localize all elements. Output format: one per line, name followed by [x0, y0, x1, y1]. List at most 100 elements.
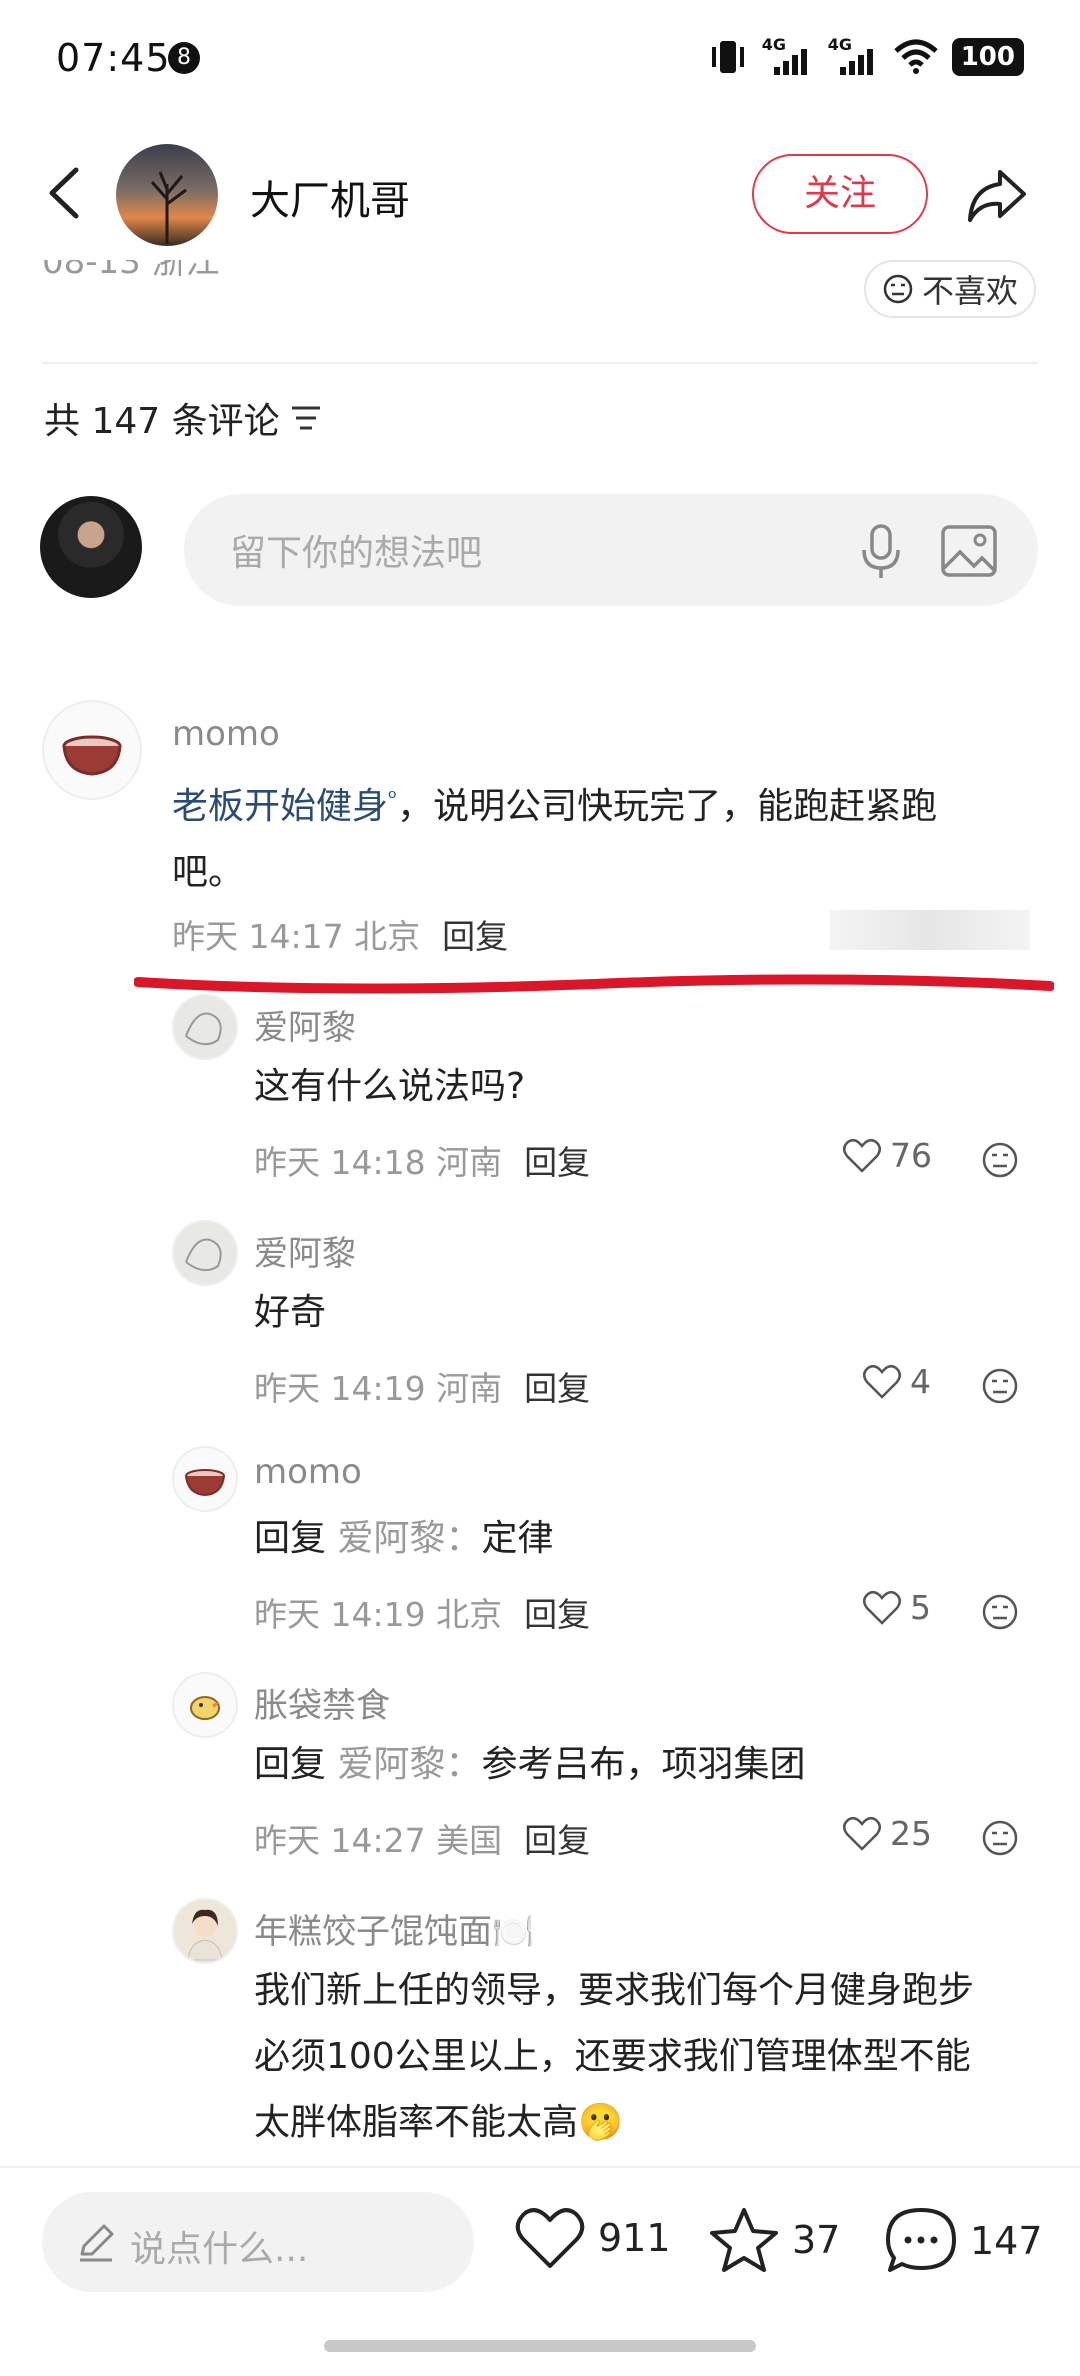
- comment-text-rest: ，说明公司快玩完了，能跑赶紧跑: [397, 786, 938, 827]
- comment-time: 昨天 14:17 北京: [172, 917, 421, 956]
- vibrate-icon: [711, 41, 744, 73]
- star-icon: [710, 2208, 778, 2272]
- back-icon[interactable]: [36, 158, 96, 228]
- comment-bubble-icon: [886, 2208, 956, 2272]
- dislike-face-icon[interactable]: [980, 1366, 1020, 1406]
- my-avatar[interactable]: [40, 496, 142, 598]
- pen-icon: [80, 2224, 114, 2262]
- reply-text-line3: 太胖体脂率不能太高🫢: [254, 2102, 623, 2143]
- reply-avatar[interactable]: [172, 994, 238, 1060]
- replied-to-user[interactable]: 爱阿黎：: [337, 1518, 481, 1559]
- image-icon[interactable]: [940, 524, 998, 578]
- notification-badge: 8: [168, 42, 200, 74]
- heart-icon: [843, 1816, 881, 1851]
- reply-avatar[interactable]: [172, 1220, 238, 1286]
- comment-input-placeholder: 留下你的想法吧: [230, 533, 483, 574]
- heart-icon: [515, 2208, 585, 2268]
- reply-button[interactable]: 回复: [524, 1821, 590, 1860]
- status-time: 07:45: [56, 36, 171, 80]
- dislike-face-icon[interactable]: [980, 1818, 1020, 1858]
- mic-icon[interactable]: [856, 522, 906, 580]
- comment-text-line2: 吧。: [172, 852, 245, 893]
- reply-author[interactable]: 年糕饺子馄饨面🍽️: [254, 1904, 534, 1953]
- follow-button[interactable]: 关注: [752, 154, 928, 234]
- like-button[interactable]: 5: [862, 1588, 931, 1627]
- reply-author[interactable]: 爱阿黎: [254, 1226, 356, 1275]
- reply-author[interactable]: momo: [254, 1452, 362, 1492]
- comment-meta: 昨天 14:17 北京 回复: [172, 910, 508, 958]
- say-something-input[interactable]: 说点什么...: [42, 2192, 474, 2292]
- favorite-button[interactable]: 37: [708, 2206, 840, 2274]
- reply-prefix: 回复: [254, 1744, 327, 1785]
- wifi-icon: [894, 39, 938, 74]
- reply-avatar[interactable]: [172, 1446, 238, 1512]
- reply-time: 昨天 14:19 河南: [254, 1369, 503, 1408]
- signal-icon-2: 4G: [828, 35, 880, 75]
- post-like-count: 911: [598, 2216, 671, 2260]
- comment-avatar[interactable]: [42, 700, 142, 800]
- reply-text-line1: 我们新上任的领导，要求我们每个月健身跑步: [254, 1970, 975, 2011]
- like-button[interactable]: 25: [842, 1814, 932, 1853]
- reply-text: 这有什么说法吗?: [254, 1066, 526, 1107]
- dislike-button[interactable]: 不喜欢: [864, 260, 1036, 318]
- reply-meta: 昨天 14:19 河南 回复: [254, 1362, 590, 1410]
- reply-prefix: 回复: [254, 1518, 327, 1559]
- reply-body: 参考吕布，项羽集团: [481, 1744, 806, 1785]
- reply-avatar[interactable]: [172, 1898, 238, 1964]
- reply-author[interactable]: 胀袋禁食: [254, 1678, 390, 1727]
- signal-icon: 4G: [762, 35, 814, 75]
- share-icon[interactable]: [962, 162, 1032, 228]
- reply-time: 昨天 14:18 河南: [254, 1143, 503, 1182]
- reply-button[interactable]: 回复: [524, 1369, 590, 1408]
- reply-button[interactable]: 回复: [442, 917, 508, 956]
- post-comment-count: 147: [970, 2219, 1043, 2263]
- battery-indicator: 100: [951, 38, 1024, 76]
- like-count: 25: [890, 1814, 932, 1853]
- reply-text: 好奇: [254, 1292, 327, 1333]
- post-header: 大厂机哥 关注: [0, 130, 1080, 260]
- reply-text: 回复 爱阿黎：参考吕布，项羽集团: [254, 1732, 806, 1798]
- home-indicator[interactable]: [324, 2340, 756, 2352]
- replied-to-user[interactable]: 爱阿黎：: [337, 1744, 481, 1785]
- like-count: 5: [910, 1588, 931, 1627]
- heart-icon: [843, 1138, 881, 1173]
- post-date-location: 08-13 浙江: [42, 260, 220, 282]
- heart-icon: [863, 1590, 901, 1625]
- comments-button[interactable]: 147: [884, 2206, 1043, 2276]
- annotation-underline: [134, 974, 1054, 994]
- like-post-button[interactable]: 911: [514, 2206, 671, 2270]
- comment-text: 老板开始健身ᵒ，说明公司快玩完了，能跑赶紧跑 吧。: [172, 766, 1022, 906]
- reply-button[interactable]: 回复: [524, 1143, 590, 1182]
- favorite-count: 37: [792, 2218, 841, 2262]
- reply-text: 我们新上任的领导，要求我们每个月健身跑步 必须100公里以上，还要求我们管理体型…: [254, 1958, 1044, 2156]
- reply-time: 昨天 14:19 北京: [254, 1595, 503, 1634]
- author-avatar[interactable]: [116, 144, 218, 246]
- dislike-face-icon[interactable]: [980, 1592, 1020, 1632]
- dislike-face-icon[interactable]: [980, 1140, 1020, 1180]
- sort-icon[interactable]: [290, 404, 322, 432]
- search-link[interactable]: 老板开始健身: [172, 786, 388, 827]
- reply-avatar[interactable]: [172, 1672, 238, 1738]
- comment-author[interactable]: momo: [172, 714, 280, 754]
- dislike-label: 不喜欢: [921, 272, 1018, 310]
- status-bar: 07:45 8 4G 4G 100: [0, 0, 1080, 120]
- status-icons: 4G 4G 100: [708, 35, 1024, 76]
- say-something-placeholder: 说点什么...: [130, 2229, 309, 2270]
- reply-meta: 昨天 14:18 河南 回复: [254, 1136, 590, 1184]
- reply-body: 定律: [481, 1518, 554, 1559]
- like-area-obscured: [830, 910, 1030, 950]
- reply-author[interactable]: 爱阿黎: [254, 1000, 356, 1049]
- comment-input[interactable]: 留下你的想法吧: [184, 494, 1038, 606]
- search-icon[interactable]: ᵒ: [388, 786, 397, 811]
- reply-time: 昨天 14:27 美国: [254, 1821, 503, 1860]
- reply-text-line2: 必须100公里以上，还要求我们管理体型不能: [254, 2036, 971, 2077]
- divider: [42, 362, 1038, 364]
- post-meta: 08-13 浙江 不喜欢: [0, 260, 1080, 360]
- comment-count: 共 147 条评论: [44, 401, 280, 442]
- like-button[interactable]: 76: [842, 1136, 932, 1175]
- like-button[interactable]: 4: [862, 1362, 931, 1401]
- heart-icon: [863, 1364, 901, 1399]
- author-name[interactable]: 大厂机哥: [250, 168, 410, 226]
- reply-meta: 昨天 14:27 美国 回复: [254, 1814, 590, 1862]
- reply-button[interactable]: 回复: [524, 1595, 590, 1634]
